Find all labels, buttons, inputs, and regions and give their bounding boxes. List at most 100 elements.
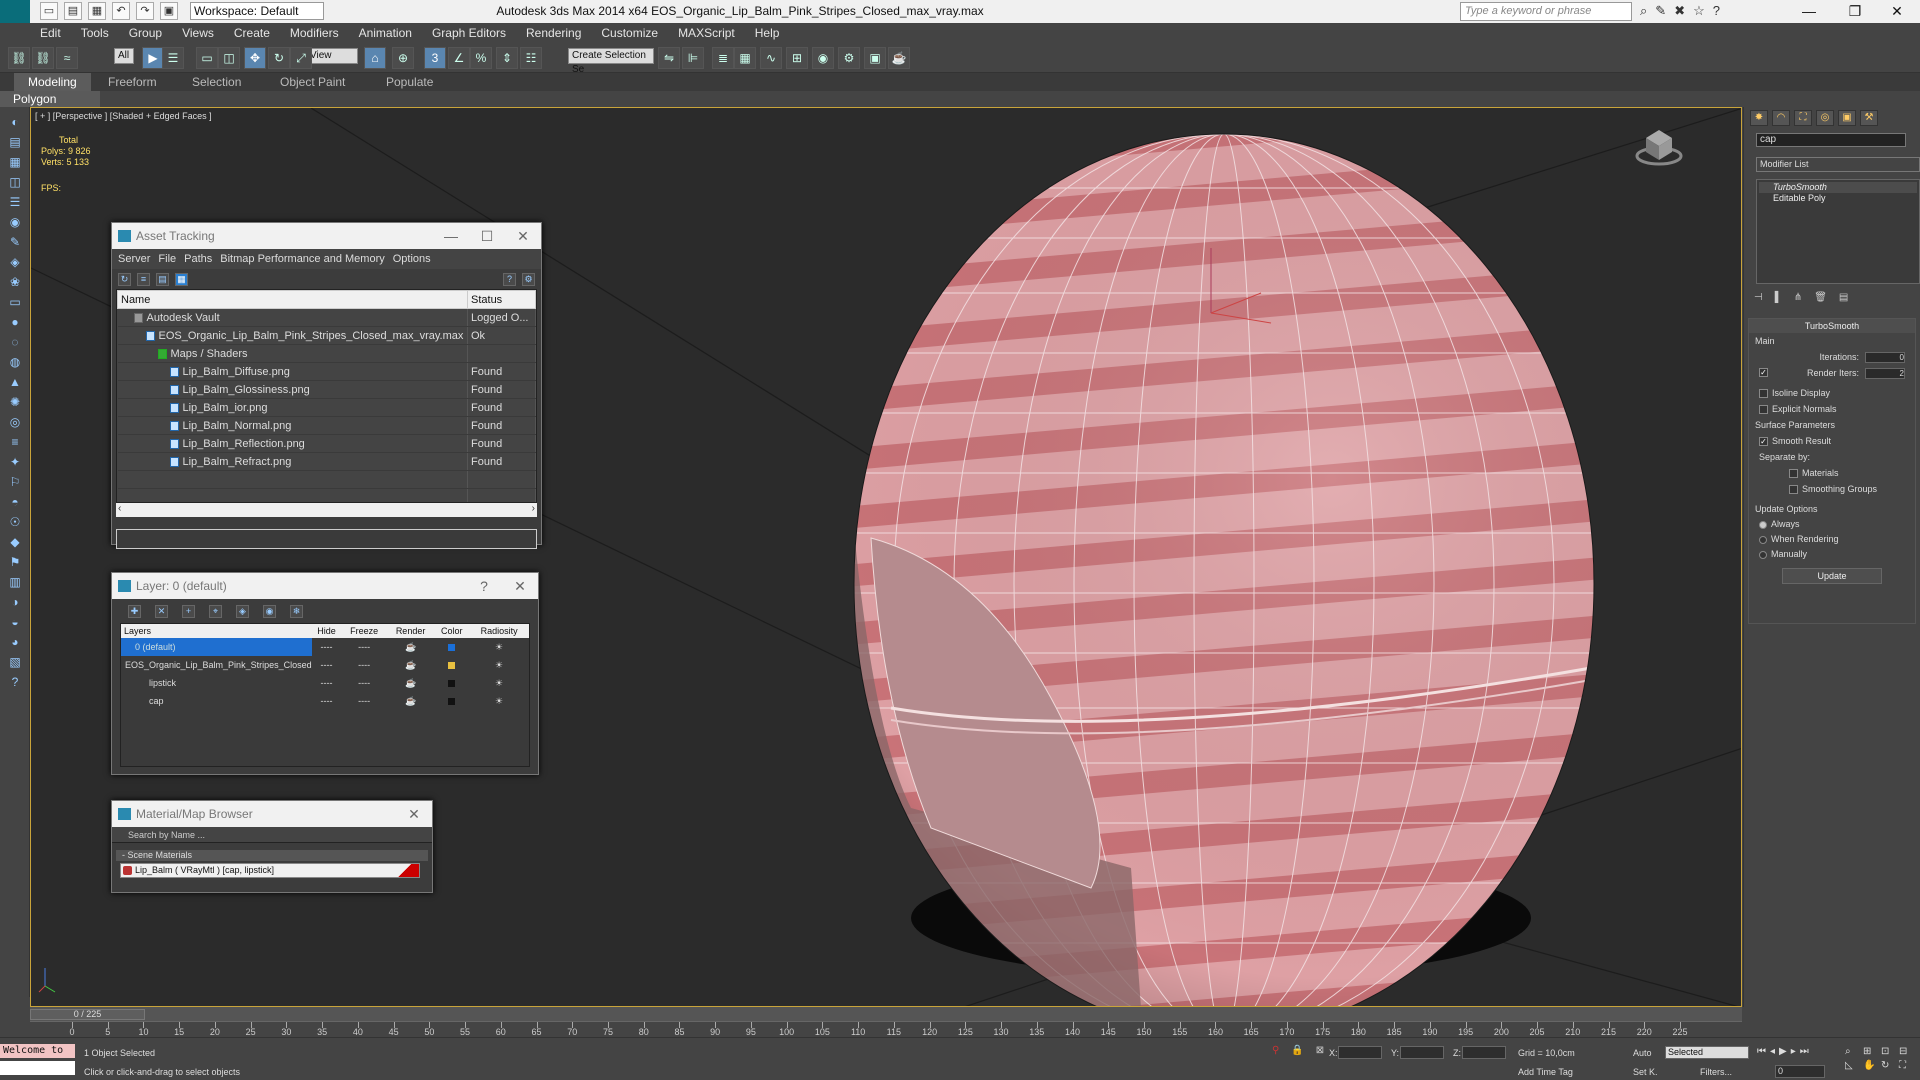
snap-icon[interactable]: 3 [424,47,446,69]
scene-explorer-tool-12-icon[interactable]: ◌ [5,333,25,351]
isoline-row[interactable]: Isoline Display [1749,385,1915,401]
mirror-icon[interactable]: ⇋ [658,47,680,69]
timeline-ruler[interactable]: 0 5 10 15 20 25 30 35 40 45 50 55 60 65 70 75 80 85 90 95 10… [30,1021,1742,1037]
menu-customize[interactable]: Customize [591,23,668,43]
asset-close-button[interactable]: ✕ [505,223,541,249]
layer-hide-cell[interactable]: ---- [312,674,342,692]
add-to-layer-icon[interactable]: + [182,604,195,618]
scene-explorer-tool-5-icon[interactable]: ☰ [5,193,25,211]
asset-menu-paths[interactable]: Paths [184,249,212,269]
asset-row[interactable]: Lip_Balm_Normal.png Found [117,416,536,435]
configure-sets-icon[interactable]: ▤ [1839,292,1848,303]
create-layer-icon[interactable]: ✚ [128,604,141,618]
scene-explorer-tool-13-icon[interactable]: ◍ [5,353,25,371]
help-icon[interactable]: ? [1713,3,1720,19]
scene-explorer-tool-21-icon[interactable]: ☉ [5,513,25,531]
menu-help[interactable]: Help [745,23,790,43]
go-to-start-icon[interactable]: ⏮ [1757,1046,1766,1057]
isoline-checkbox[interactable] [1759,389,1768,399]
scene-explorer-tool-25-icon[interactable]: ◑ [5,593,25,611]
scene-explorer-tool-3-icon[interactable]: ▦ [5,153,25,171]
set-key-button[interactable]: Set K. [1633,1067,1658,1077]
zoom-icon[interactable]: ⌕ [1845,1046,1861,1057]
layer-name-cell[interactable]: 0 (default) [121,638,312,656]
orbit-icon[interactable]: ↻ [1881,1060,1897,1071]
render-setup-icon[interactable]: ⚙ [838,47,860,69]
layer-manager-titlebar[interactable]: Layer: 0 (default) ? ✕ [112,573,538,599]
help-icon[interactable]: ? [503,272,516,286]
scene-explorer-tool-14-icon[interactable]: ▲ [5,373,25,391]
teapot-render-icon[interactable]: ☕ [387,656,435,674]
search-input[interactable]: Type a keyword or phrase [1460,2,1632,21]
hide-all-layers-icon[interactable]: ◉ [263,604,276,618]
select-layer-objects-icon[interactable]: ⌖ [209,604,222,618]
iterations-spinner[interactable]: 0 [1865,352,1905,363]
teapot-render-icon[interactable]: ☕ [387,692,435,710]
explicit-normals-checkbox[interactable] [1759,405,1768,415]
material-editor-icon[interactable]: ◉ [812,47,834,69]
motion-tab-icon[interactable]: ◎ [1816,110,1834,126]
absolute-mode-icon[interactable]: ⊠ [1316,1045,1324,1056]
menu-create[interactable]: Create [224,23,280,43]
layer-row[interactable]: lipstick ---- ---- ☕ ☀ [121,674,529,692]
maximize-viewport-icon[interactable]: ⛶ [1899,1060,1915,1071]
layer-column-freeze[interactable]: Freeze [341,624,387,638]
move-icon[interactable]: ✥ [244,47,266,69]
binoculars-icon[interactable]: ⌕ [1640,3,1647,19]
scene-explorer-tool-23-icon[interactable]: ⚑ [5,553,25,571]
settings-icon[interactable]: ⚙ [522,272,535,286]
maxscript-listener[interactable]: Welcome to [0,1044,75,1058]
layer-freeze-cell[interactable]: ---- [342,638,387,656]
scene-explorer-tool-15-icon[interactable]: ✺ [5,393,25,411]
zoom-extents-icon[interactable]: ⊡ [1881,1046,1897,1057]
scene-explorer-tool-28-icon[interactable]: ▧ [5,653,25,671]
always-row[interactable]: Always [1749,517,1915,532]
menu-graph-editors[interactable]: Graph Editors [422,23,516,43]
list-view-icon[interactable]: ≡ [137,272,150,286]
render-frame-icon[interactable]: ▣ [864,47,886,69]
render-iters-checkbox[interactable]: ✓ [1759,368,1768,377]
scene-explorer-tool-19-icon[interactable]: ⚐ [5,473,25,491]
layer-column-color[interactable]: Color [434,624,470,638]
menu-rendering[interactable]: Rendering [516,23,591,43]
manually-row[interactable]: Manually [1749,547,1915,562]
stack-item-turbosmooth[interactable]: TurboSmooth [1759,182,1917,193]
scene-explorer-tool-26-icon[interactable]: ◒ [5,613,25,631]
asset-row[interactable]: Autodesk Vault Logged O... [117,308,536,327]
layer-name-cell[interactable]: lipstick [121,674,312,692]
y-coord-field[interactable] [1400,1046,1444,1059]
favorites-star-icon[interactable]: ☆ [1693,3,1705,19]
scene-explorer-tool-1-icon[interactable]: ◐ [5,113,25,131]
scene-explorer-tool-4-icon[interactable]: ◫ [5,173,25,191]
ribbon-tab-freeform[interactable]: Freeform [94,73,171,91]
scene-materials-group[interactable]: - Scene Materials [116,850,428,861]
asset-row[interactable]: Lip_Balm_Diffuse.png Found [117,362,536,381]
zoom-extents-all-icon[interactable]: ⊟ [1899,1046,1915,1057]
current-frame-field[interactable]: 0 [1775,1065,1825,1078]
layer-color-swatch[interactable] [448,662,456,670]
fov-icon[interactable]: ◺ [1845,1060,1861,1071]
make-unique-icon[interactable]: ⋔ [1794,292,1802,303]
radiosity-icon[interactable]: ☀ [469,638,529,656]
filter-dropdown[interactable]: All [114,48,134,64]
auto-key-button[interactable]: Auto [1633,1048,1652,1058]
asset-menu-server[interactable]: Server [118,249,150,269]
scene-explorer-tool-20-icon[interactable]: ◓ [5,493,25,511]
menu-modifiers[interactable]: Modifiers [280,23,349,43]
pin-stack-icon[interactable]: ⊣ [1754,292,1763,303]
scene-explorer-tool-22-icon[interactable]: ◆ [5,533,25,551]
layer-hide-cell[interactable]: ---- [312,692,342,710]
turbosmooth-rollout-title[interactable]: TurboSmooth [1749,319,1915,333]
asset-maximize-button[interactable]: ☐ [469,223,505,249]
menu-animation[interactable]: Animation [349,23,422,43]
scene-explorer-tool-24-icon[interactable]: ▥ [5,573,25,591]
ribbon-tab-populate[interactable]: Populate [372,73,447,91]
rotate-icon[interactable]: ↻ [268,47,290,69]
ribbon-tab-object-paint[interactable]: Object Paint [266,73,359,91]
scene-explorer-tool-10-icon[interactable]: ▭ [5,293,25,311]
when-rendering-row[interactable]: When Rendering [1749,532,1915,547]
scroll-right-icon[interactable]: › [532,503,535,514]
layer-name-cell[interactable]: EOS_Organic_Lip_Balm_Pink_Stripes_Closed [121,656,312,674]
ribbon-tab-modeling[interactable]: Modeling [14,73,91,91]
key-filter-dropdown[interactable]: Selected [1665,1046,1749,1059]
